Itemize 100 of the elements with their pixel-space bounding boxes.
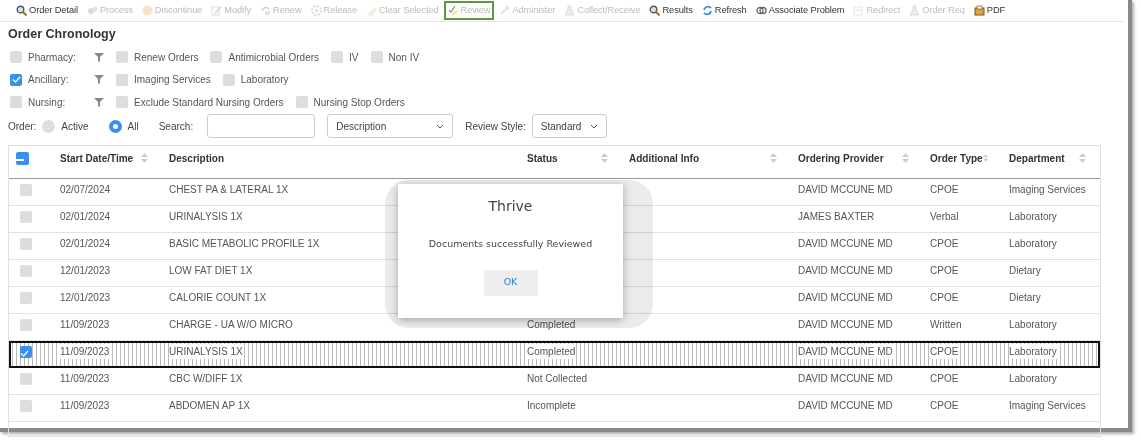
table-cell-text: CHARGE - UA W/O MICRO [169, 318, 293, 332]
table-row[interactable]: 11/09/2023 ABDOMEN AP 1X Incomplete DAVID MCCUNE MD CPOE Imaging Services [9, 395, 1100, 423]
column-header[interactable]: Additional Info [629, 150, 699, 166]
sort-icon[interactable] [982, 152, 988, 164]
column-header[interactable]: Start Date/Time [60, 150, 134, 166]
sort-icon[interactable] [770, 152, 777, 164]
field-label: Review Style: [465, 119, 526, 134]
table-cell-text: DAVID MCCUNE MD [798, 291, 893, 305]
column-header[interactable]: Order Type [930, 150, 983, 166]
checkbox[interactable] [20, 318, 32, 331]
checkbox-label: Pharmacy: [28, 50, 77, 65]
radio-label: All [127, 119, 139, 134]
table-cell-text: Laboratory [1009, 210, 1057, 224]
toolbar-button[interactable]: Order Detail [12, 0, 82, 21]
stop-icon [141, 5, 153, 16]
select-all-checkbox[interactable] [16, 151, 29, 165]
ok-button[interactable]: OK [483, 269, 538, 296]
checkbox[interactable] [331, 51, 344, 63]
filter-icon[interactable] [94, 74, 104, 85]
checkbox[interactable] [20, 237, 32, 250]
radio-button[interactable] [42, 119, 56, 133]
table-row[interactable]: 11/09/2023 URINALYSIS 1X Completed DAVID MCCUNE MD CPOE Laboratory [9, 341, 1100, 369]
sort-icon[interactable] [902, 152, 909, 164]
table-cell-text: CPOE [930, 399, 959, 413]
checkbox[interactable] [20, 183, 32, 196]
column-header[interactable]: Status [527, 150, 558, 166]
flask-icon [909, 5, 921, 16]
dialog-message: Documents successfully Reviewed [428, 237, 593, 252]
table-cell-text: Incomplete [527, 399, 576, 413]
filter-icon[interactable] [94, 96, 104, 108]
column-header[interactable]: Ordering Provider [798, 150, 884, 166]
toolbar-button[interactable]: Refresh [697, 0, 751, 21]
dropdown[interactable]: Standard [531, 114, 607, 139]
table-cell-text: Completed [527, 318, 576, 332]
checkbox[interactable] [116, 51, 128, 63]
table-cell: URINALYSIS 1X [169, 344, 243, 359]
search-field[interactable] [207, 114, 316, 139]
table-cell-text: URINALYSIS 1X [169, 210, 243, 224]
column-header[interactable]: Description [169, 150, 224, 166]
gears-icon [86, 5, 98, 16]
toolbar-button[interactable]: Results [645, 0, 697, 21]
table-cell-text: CHEST PA & LATERAL 1X [169, 183, 289, 197]
gear-icon [310, 5, 322, 16]
sort-icon[interactable] [1079, 152, 1086, 164]
table-cell-text: CPOE [930, 291, 959, 305]
table-cell-text: Dietary [1009, 264, 1041, 278]
checkbox[interactable] [20, 210, 32, 223]
table-cell: DAVID MCCUNE MD [798, 344, 893, 359]
checkbox[interactable] [10, 51, 22, 63]
checkbox[interactable] [20, 291, 32, 304]
filter-icon[interactable] [94, 51, 104, 63]
checkbox[interactable] [10, 73, 22, 86]
toolbar-button[interactable]: PDF [969, 0, 1010, 21]
checkbox[interactable] [370, 51, 383, 63]
table-cell: Completed [527, 344, 576, 359]
refresh-icon [701, 5, 713, 16]
table-cell-text: Imaging Services [1009, 399, 1086, 413]
table-row[interactable]: 11/09/2023 CBC W/DIFF 1X Not Collected DAVID MCCUNE MD CPOE Laboratory [9, 368, 1100, 396]
eraser-icon [365, 5, 377, 16]
pencil-icon [211, 5, 223, 16]
syringe-icon [499, 5, 511, 16]
checkbox[interactable] [20, 372, 32, 385]
chevron-down-icon [436, 123, 445, 129]
dropdown[interactable]: Description [327, 114, 454, 139]
toolbar-button[interactable]: Associate Problem [751, 0, 849, 21]
check-icon [447, 5, 459, 16]
table-cell-text: Written [930, 318, 962, 332]
field-label: Order: [8, 119, 37, 134]
checkbox[interactable] [10, 96, 22, 108]
flask-icon [564, 5, 576, 16]
field-label: Search: [158, 119, 194, 134]
checkbox[interactable] [20, 264, 32, 277]
checkbox-label: Antimicrobial Orders [228, 50, 320, 65]
checkbox[interactable] [210, 51, 223, 63]
redirect-icon [853, 5, 865, 16]
sort-icon[interactable] [141, 152, 148, 164]
radio-button[interactable] [108, 119, 122, 133]
table-cell-text: DAVID MCCUNE MD [798, 372, 893, 386]
table-cell-text: JAMES BAXTER [798, 210, 875, 224]
table-cell-text: Laboratory [1009, 237, 1057, 251]
magnifier-icon [649, 5, 661, 16]
column-header[interactable]: Department [1009, 150, 1065, 166]
checkbox[interactable] [116, 96, 128, 108]
table-cell-text: Laboratory [1009, 372, 1057, 386]
checkbox[interactable] [20, 399, 32, 412]
table-cell-text: CPOE [930, 264, 959, 278]
checkbox[interactable] [116, 73, 128, 86]
table-cell-text: 11/09/2023 [60, 318, 110, 332]
checkbox-label: Imaging Services [134, 73, 211, 87]
checkbox[interactable] [222, 73, 235, 86]
minus-icon [16, 158, 24, 161]
checkbox[interactable] [20, 345, 32, 358]
checkbox[interactable] [295, 96, 308, 108]
table-cell-text: 11/09/2023 [60, 372, 110, 386]
sort-icon[interactable] [601, 152, 608, 164]
checkbox-label: Non IV [388, 50, 420, 65]
radio-label: Active [61, 119, 89, 134]
table-cell-text: 02/01/2024 [60, 237, 111, 251]
checkbox-label: Exclude Standard Nursing Orders [134, 95, 284, 110]
table-cell-text: ABDOMEN AP 1X [169, 399, 250, 413]
